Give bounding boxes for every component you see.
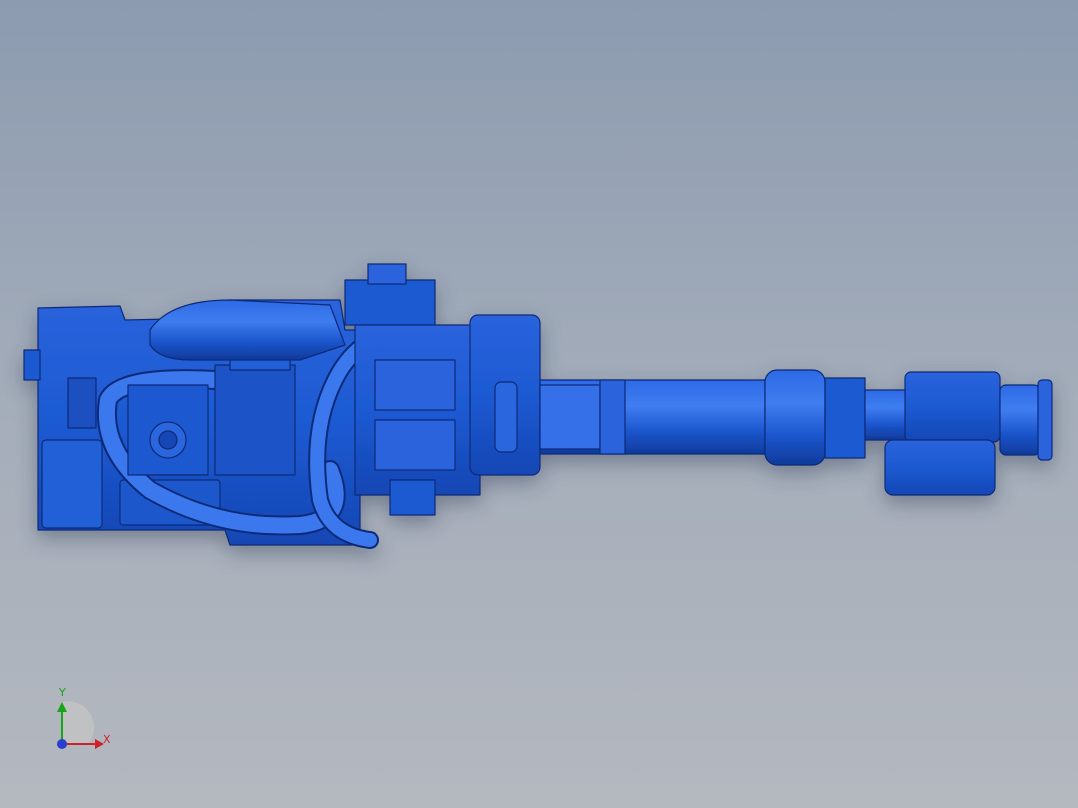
tool-flange: [999, 384, 1041, 456]
y-axis-label: Y: [59, 686, 66, 699]
wrist-joint: [864, 389, 911, 441]
base-side-panel: [23, 349, 41, 381]
base-cover-plate: [41, 439, 103, 529]
wrist-housing: [904, 371, 1001, 443]
upper-housing: [149, 299, 346, 361]
motor-box: [214, 364, 296, 476]
base-detail: [67, 377, 97, 429]
wrist-flange: [884, 439, 996, 496]
x-axis-label: X: [103, 733, 111, 746]
forearm-collar: [764, 369, 826, 466]
robot-arm-model[interactable]: [0, 0, 1078, 808]
coordinate-triad: [57, 701, 104, 749]
axis-motor-top: [344, 279, 436, 326]
graphics-viewport[interactable]: Y X: [0, 0, 1078, 808]
